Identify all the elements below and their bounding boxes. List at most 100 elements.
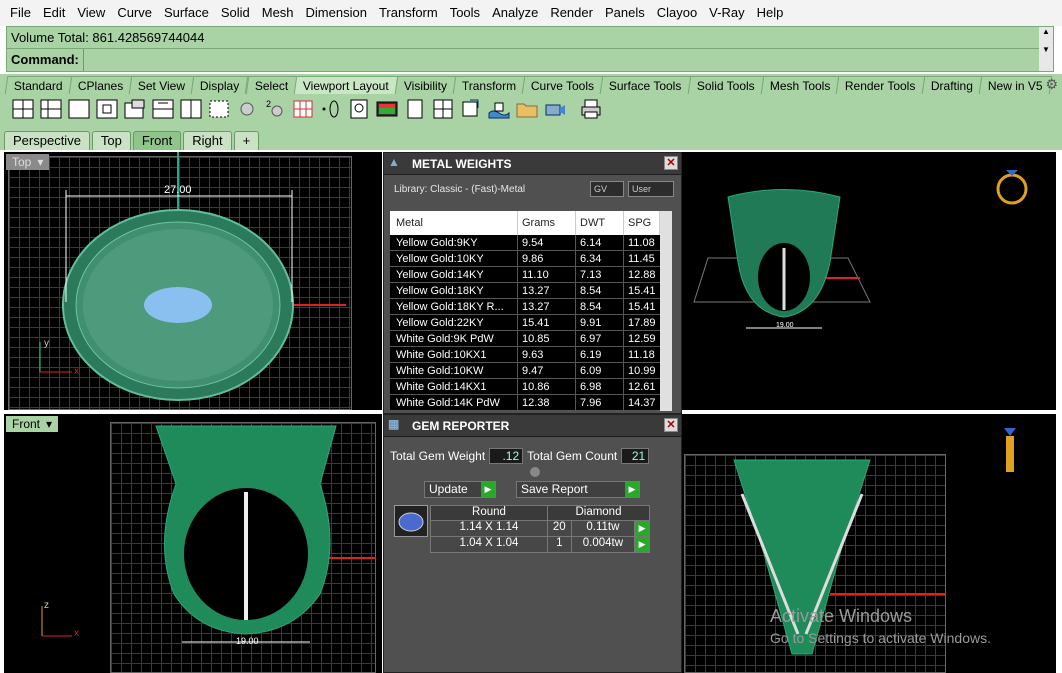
table-row[interactable]: White Gold:10KX1 9.63 6.19 11.18 — [390, 347, 672, 363]
toolbar-tab-curve-tools[interactable]: Curve Tools — [521, 76, 604, 94]
menu-clayoo[interactable]: Clayoo — [651, 0, 703, 26]
page-grid-icon[interactable] — [430, 97, 456, 121]
splitter-handle[interactable] — [530, 467, 540, 477]
toolbar-tab-mesh-tools[interactable]: Mesh Tools — [760, 76, 840, 94]
table-row[interactable]: Yellow Gold:18KY R... 13.27 8.54 15.41 — [390, 299, 672, 315]
menu-transform[interactable]: Transform — [373, 0, 444, 26]
menu-tools[interactable]: Tools — [444, 0, 486, 26]
print-icon[interactable] — [578, 97, 604, 121]
menu-analyze[interactable]: Analyze — [486, 0, 544, 26]
update-button[interactable]: Update ▶ — [424, 481, 496, 498]
menu-mesh[interactable]: Mesh — [256, 0, 300, 26]
import-icon[interactable] — [458, 97, 484, 121]
menu-panels[interactable]: Panels — [599, 0, 651, 26]
menu-help[interactable]: Help — [751, 0, 790, 26]
face-icon[interactable] — [346, 97, 372, 121]
play-icon: ▶ — [625, 482, 639, 497]
table-cell: Yellow Gold:14KY — [390, 267, 518, 282]
viewport-top[interactable]: Top ▾ 27.00 y x — [4, 152, 382, 410]
viewport-perspective[interactable]: 19.00 — [680, 152, 1056, 410]
viewport-single-icon[interactable] — [66, 97, 92, 121]
table-row[interactable]: Yellow Gold:10KY 9.86 6.34 11.45 — [390, 251, 672, 267]
column-header[interactable]: Grams — [518, 211, 576, 235]
front-view-drawing — [41, 425, 376, 643]
panel-title: METAL WEIGHTS — [412, 156, 512, 171]
toolbar-tab-viewport-layout[interactable]: Viewport Layout — [293, 76, 399, 94]
toolbar-tab-set-view[interactable]: Set View — [128, 76, 195, 94]
folder-icon[interactable] — [514, 97, 540, 121]
column-header[interactable]: Metal — [390, 211, 518, 235]
toolbar-icons: 2 — [0, 94, 1062, 124]
table-row[interactable]: Yellow Gold:14KY 11.10 7.13 12.88 — [390, 267, 672, 283]
table-cell: 11.45 — [628, 253, 655, 265]
column-header[interactable]: SPG — [624, 211, 660, 235]
toolbar-tab-new-in-v5[interactable]: New in V5 — [978, 76, 1052, 94]
gem-reporter-panel: ▦ GEM REPORTER ✕ Total Gem Weight .12 Total… — [383, 414, 682, 673]
viewport-split-h-icon[interactable] — [150, 97, 176, 121]
toolbar-tab-standard[interactable]: Standard — [4, 76, 72, 94]
tab-right[interactable]: Right — [183, 131, 232, 150]
toolbar-tab-drafting[interactable]: Drafting — [921, 76, 982, 94]
ellipse-icon[interactable] — [318, 97, 344, 121]
viewport-new-icon[interactable] — [122, 97, 148, 121]
play-icon[interactable]: ▶ — [635, 521, 649, 536]
close-icon[interactable]: ✕ — [664, 156, 678, 170]
grid-red-icon[interactable] — [290, 97, 316, 121]
gv-toggle[interactable]: GV — [590, 181, 624, 197]
table-row[interactable]: White Gold:14K PdW 12.38 7.96 14.37 — [390, 395, 672, 411]
add-viewport-tab[interactable]: + — [233, 131, 260, 150]
menu-edit[interactable]: Edit — [37, 0, 71, 26]
activate-windows-title: Activate Windows — [770, 606, 913, 626]
menu-render[interactable]: Render — [544, 0, 599, 26]
save-report-button[interactable]: Save Report ▶ — [516, 481, 640, 498]
table-row[interactable]: White Gold:14KX1 10.86 6.98 12.61 — [390, 379, 672, 395]
table-row[interactable]: Yellow Gold:9KY 9.54 6.14 11.08 — [390, 235, 672, 251]
toolbar-tab-render-tools[interactable]: Render Tools — [835, 76, 925, 94]
page-layout-icon[interactable] — [402, 97, 428, 121]
viewport-grid-icon[interactable] — [38, 97, 64, 121]
table-cell: 13.27 — [518, 299, 576, 314]
table-row[interactable]: 1.04 X 1.04 1 0.004tw ▶ — [430, 537, 650, 553]
viewport-center-icon[interactable] — [94, 97, 120, 121]
table-row[interactable]: Yellow Gold:18KY 13.27 8.54 15.41 — [390, 283, 672, 299]
menu-dimension[interactable]: Dimension — [300, 0, 373, 26]
toolbar-tab-select[interactable]: Select — [245, 76, 298, 94]
command-input[interactable] — [82, 49, 1053, 71]
toolbar-tab-solid-tools[interactable]: Solid Tools — [687, 76, 764, 94]
toolbar-tab-transform[interactable]: Transform — [452, 76, 526, 94]
menu-file[interactable]: File — [4, 0, 37, 26]
menu-solid[interactable]: Solid — [215, 0, 256, 26]
metal-table-scrollbar[interactable] — [660, 211, 672, 411]
two-spheres-icon[interactable]: 2 — [262, 97, 288, 121]
command-scrollbar[interactable]: ▲ ▼ — [1039, 27, 1053, 71]
table-row[interactable]: Yellow Gold:22KY 15.41 9.91 17.89 — [390, 315, 672, 331]
table-row[interactable]: 1.14 X 1.14 20 0.11tw ▶ — [430, 521, 650, 537]
water-icon[interactable] — [486, 97, 512, 121]
menu-curve[interactable]: Curve — [111, 0, 158, 26]
toolbar-tab-display[interactable]: Display — [190, 76, 249, 94]
toolbar-tab-surface-tools[interactable]: Surface Tools — [600, 76, 692, 94]
menu-surface[interactable]: Surface — [158, 0, 215, 26]
user-toggle[interactable]: User — [628, 181, 674, 197]
viewport-front[interactable]: Front ▾ 19.00 z x — [4, 414, 382, 673]
column-header[interactable]: DWT — [576, 211, 624, 235]
toolbar-tab-cplanes[interactable]: CPlanes — [68, 76, 133, 94]
viewport-split-v-icon[interactable] — [178, 97, 204, 121]
viewport-4-icon[interactable] — [10, 97, 36, 121]
sphere-icon[interactable] — [234, 97, 260, 121]
tab-front[interactable]: Front — [132, 131, 182, 150]
table-row[interactable]: White Gold:10KW 9.47 6.09 10.99 — [390, 363, 672, 379]
menu-view[interactable]: View — [71, 0, 111, 26]
tab-perspective[interactable]: Perspective — [4, 131, 90, 150]
play-icon[interactable]: ▶ — [635, 537, 649, 552]
table-row[interactable]: White Gold:9K PdW 10.85 6.97 12.59 — [390, 331, 672, 347]
display-color-icon[interactable] — [374, 97, 400, 121]
gear-icon[interactable]: ⚙ — [1045, 76, 1058, 93]
menu-v-ray[interactable]: V-Ray — [703, 0, 750, 26]
grid-dots-icon[interactable] — [206, 97, 232, 121]
toolbar-tab-visibility[interactable]: Visibility — [394, 76, 457, 94]
dimension-label: 27.00 — [164, 184, 192, 196]
tab-top[interactable]: Top — [91, 131, 131, 150]
camera-icon[interactable] — [542, 97, 568, 121]
close-icon[interactable]: ✕ — [664, 418, 678, 432]
